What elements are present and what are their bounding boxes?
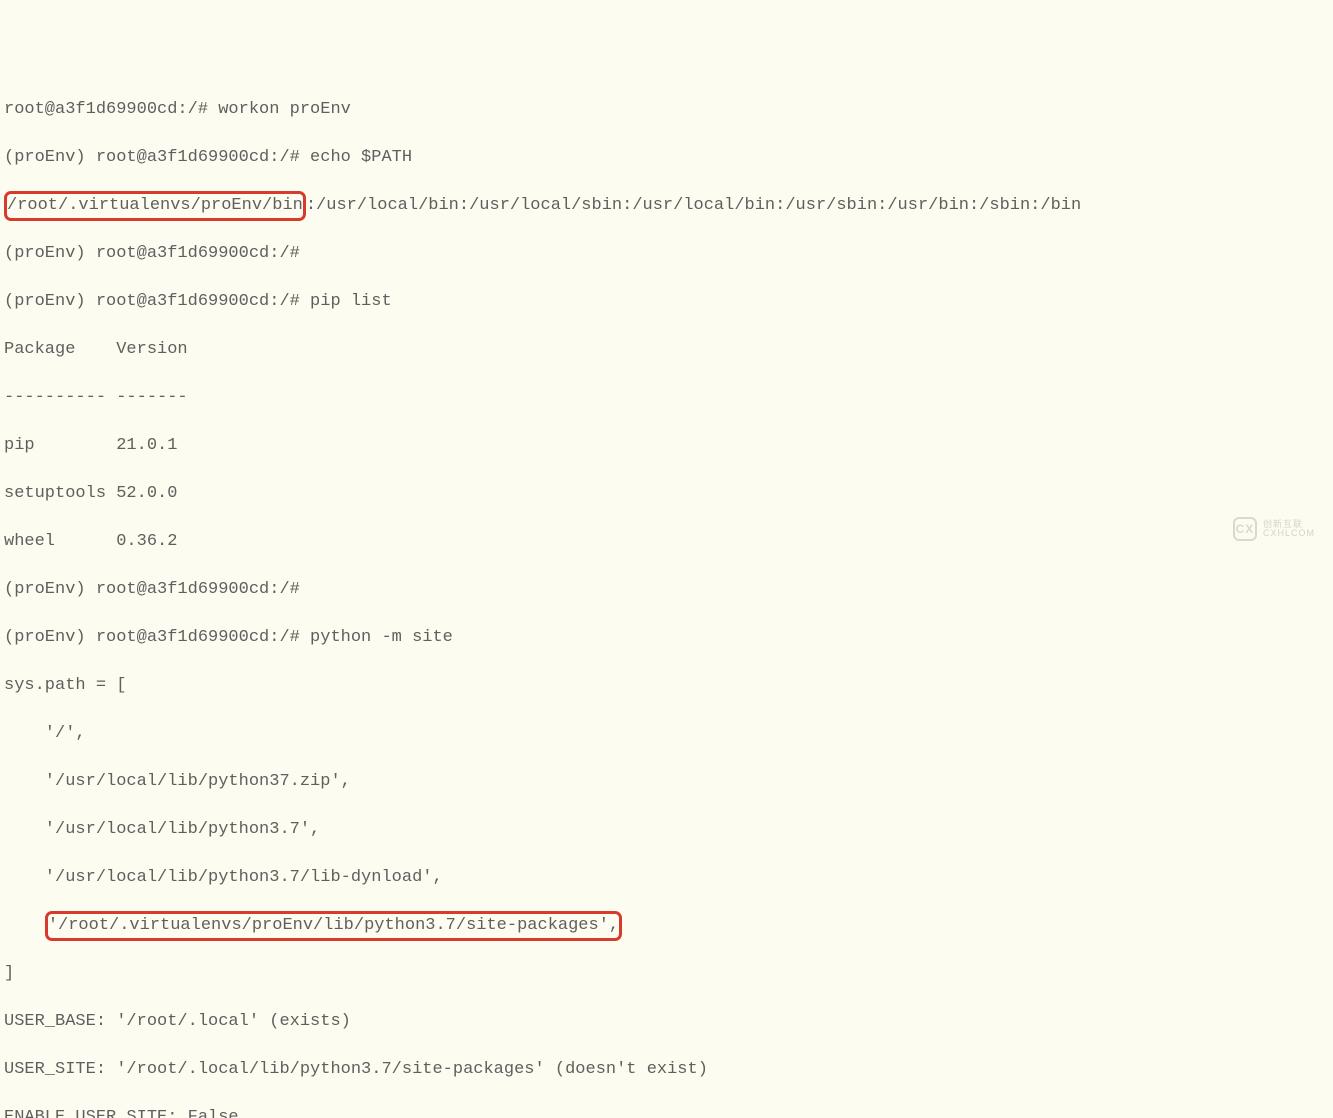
terminal-line: root@a3f1d69900cd:/# workon proEnv: [0, 98, 1333, 122]
highlight-path-sitepkgs: '/root/.virtualenvs/proEnv/lib/python3.7…: [45, 911, 622, 941]
terminal-line: wheel 0.36.2: [0, 530, 1333, 554]
terminal-line: USER_SITE: '/root/.local/lib/python3.7/s…: [0, 1058, 1333, 1082]
watermark: CX 创新互联 CXHLCOM: [1233, 517, 1315, 541]
terminal-line: /root/.virtualenvs/proEnv/bin:/usr/local…: [0, 194, 1333, 218]
terminal-line: '/usr/local/lib/python37.zip',: [0, 770, 1333, 794]
terminal-text: [4, 916, 45, 935]
terminal-line: '/usr/local/lib/python3.7',: [0, 818, 1333, 842]
terminal-line: USER_BASE: '/root/.local' (exists): [0, 1010, 1333, 1034]
watermark-logo-icon: CX: [1233, 517, 1257, 541]
terminal-line: pip 21.0.1: [0, 434, 1333, 458]
terminal-line: (proEnv) root@a3f1d69900cd:/# echo $PATH: [0, 146, 1333, 170]
terminal-line: '/',: [0, 722, 1333, 746]
terminal-line: ---------- -------: [0, 386, 1333, 410]
terminal-line: (proEnv) root@a3f1d69900cd:/#: [0, 242, 1333, 266]
terminal-line: ENABLE_USER_SITE: False: [0, 1106, 1333, 1118]
highlight-path-bin: /root/.virtualenvs/proEnv/bin: [4, 191, 306, 221]
terminal-line: (proEnv) root@a3f1d69900cd:/#: [0, 578, 1333, 602]
terminal-line: ]: [0, 962, 1333, 986]
watermark-text: 创新互联 CXHLCOM: [1263, 520, 1315, 538]
watermark-text-en: CXHLCOM: [1263, 529, 1315, 538]
terminal-line: '/root/.virtualenvs/proEnv/lib/python3.7…: [0, 914, 1333, 938]
terminal-line: '/usr/local/lib/python3.7/lib-dynload',: [0, 866, 1333, 890]
terminal-line: sys.path = [: [0, 674, 1333, 698]
terminal-text: :/usr/local/bin:/usr/local/sbin:/usr/loc…: [306, 196, 1081, 215]
terminal-line: setuptools 52.0.0: [0, 482, 1333, 506]
terminal-line: Package Version: [0, 338, 1333, 362]
terminal-line: (proEnv) root@a3f1d69900cd:/# pip list: [0, 290, 1333, 314]
terminal-line: (proEnv) root@a3f1d69900cd:/# python -m …: [0, 626, 1333, 650]
